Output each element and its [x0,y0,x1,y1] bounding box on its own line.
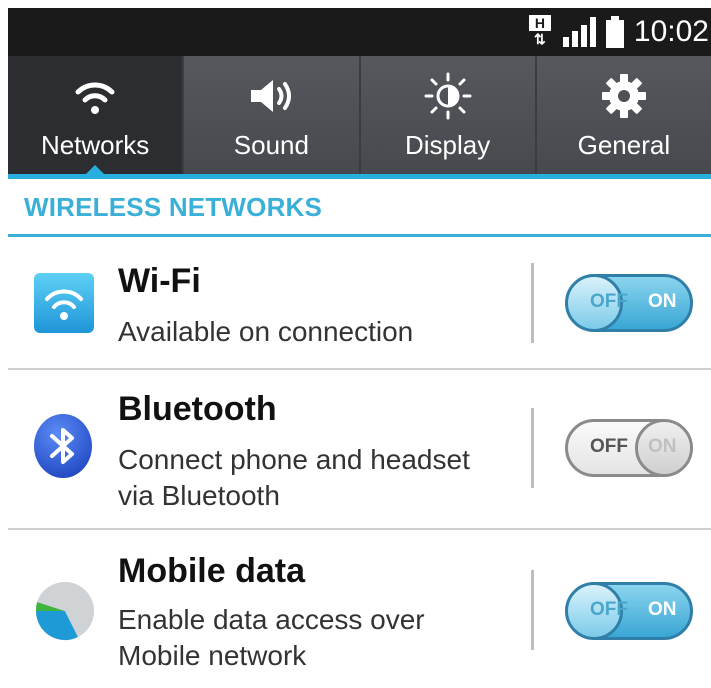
bluetooth-subtitle-line-2: via Bluetooth [118,480,280,511]
wifi-icon [73,70,117,122]
status-bar: H ⇅ 10:02 [8,8,711,56]
list-item-mobile-data[interactable]: Mobile data Enable data access over Mobi… [8,530,711,688]
network-activity-arrows: ⇅ [534,31,546,47]
wifi-toggle[interactable]: OFF ON [565,274,693,332]
mobile-data-title: Mobile data [118,552,306,590]
mobile-data-subtitle-line-2: Mobile network [118,640,307,671]
toggle-on-label: ON [648,291,677,312]
tab-bar-underline [8,174,711,179]
tab-networks[interactable]: Networks [8,56,183,175]
bluetooth-subtitle-line-1: Connect phone and headset [118,444,470,475]
settings-tab-bar: Networks Sound Display General [8,56,711,175]
mobile-data-toggle[interactable]: OFF ON [565,582,693,640]
row-separator [531,263,534,343]
toggle-off-label: OFF [590,291,628,312]
hspa-data-icon: H ⇅ [527,15,553,49]
list-item-wifi[interactable]: Wi-Fi Available on connection OFF ON [8,238,711,368]
tab-display-label: Display [405,130,491,160]
tab-sound[interactable]: Sound [182,56,359,174]
signal-strength-icon [562,17,596,47]
tab-general[interactable]: General [534,56,711,174]
network-type-label: H [528,15,551,31]
bluetooth-icon [34,414,92,478]
brightness-icon [423,70,473,122]
wifi-title: Wi-Fi [118,262,201,300]
toggle-off-label: OFF [590,436,628,457]
wifi-app-icon [34,273,94,333]
tab-networks-label: Networks [40,130,150,160]
mobile-data-subtitle-line-1: Enable data access over [118,604,425,635]
row-separator [531,570,534,650]
mobile-data-icon [34,580,96,642]
tab-general-label: General [577,130,671,160]
status-clock: 10:02 [633,15,709,48]
section-header-wireless-networks: WIRELESS NETWORKS [24,192,323,222]
tab-display[interactable]: Display [358,56,535,174]
toggle-on-label: ON [648,599,677,620]
wifi-subtitle: Available on connection [118,316,414,347]
bluetooth-title: Bluetooth [118,390,277,428]
section-divider [8,234,711,237]
speaker-icon [247,70,295,122]
gear-icon [601,70,647,122]
bluetooth-toggle[interactable]: OFF ON [565,419,693,477]
row-separator [531,408,534,488]
list-item-bluetooth[interactable]: Bluetooth Connect phone and headset via … [8,370,711,528]
tab-sound-label: Sound [233,130,309,160]
toggle-on-label: ON [648,436,677,457]
toggle-off-label: OFF [590,599,628,620]
battery-icon [605,16,624,48]
